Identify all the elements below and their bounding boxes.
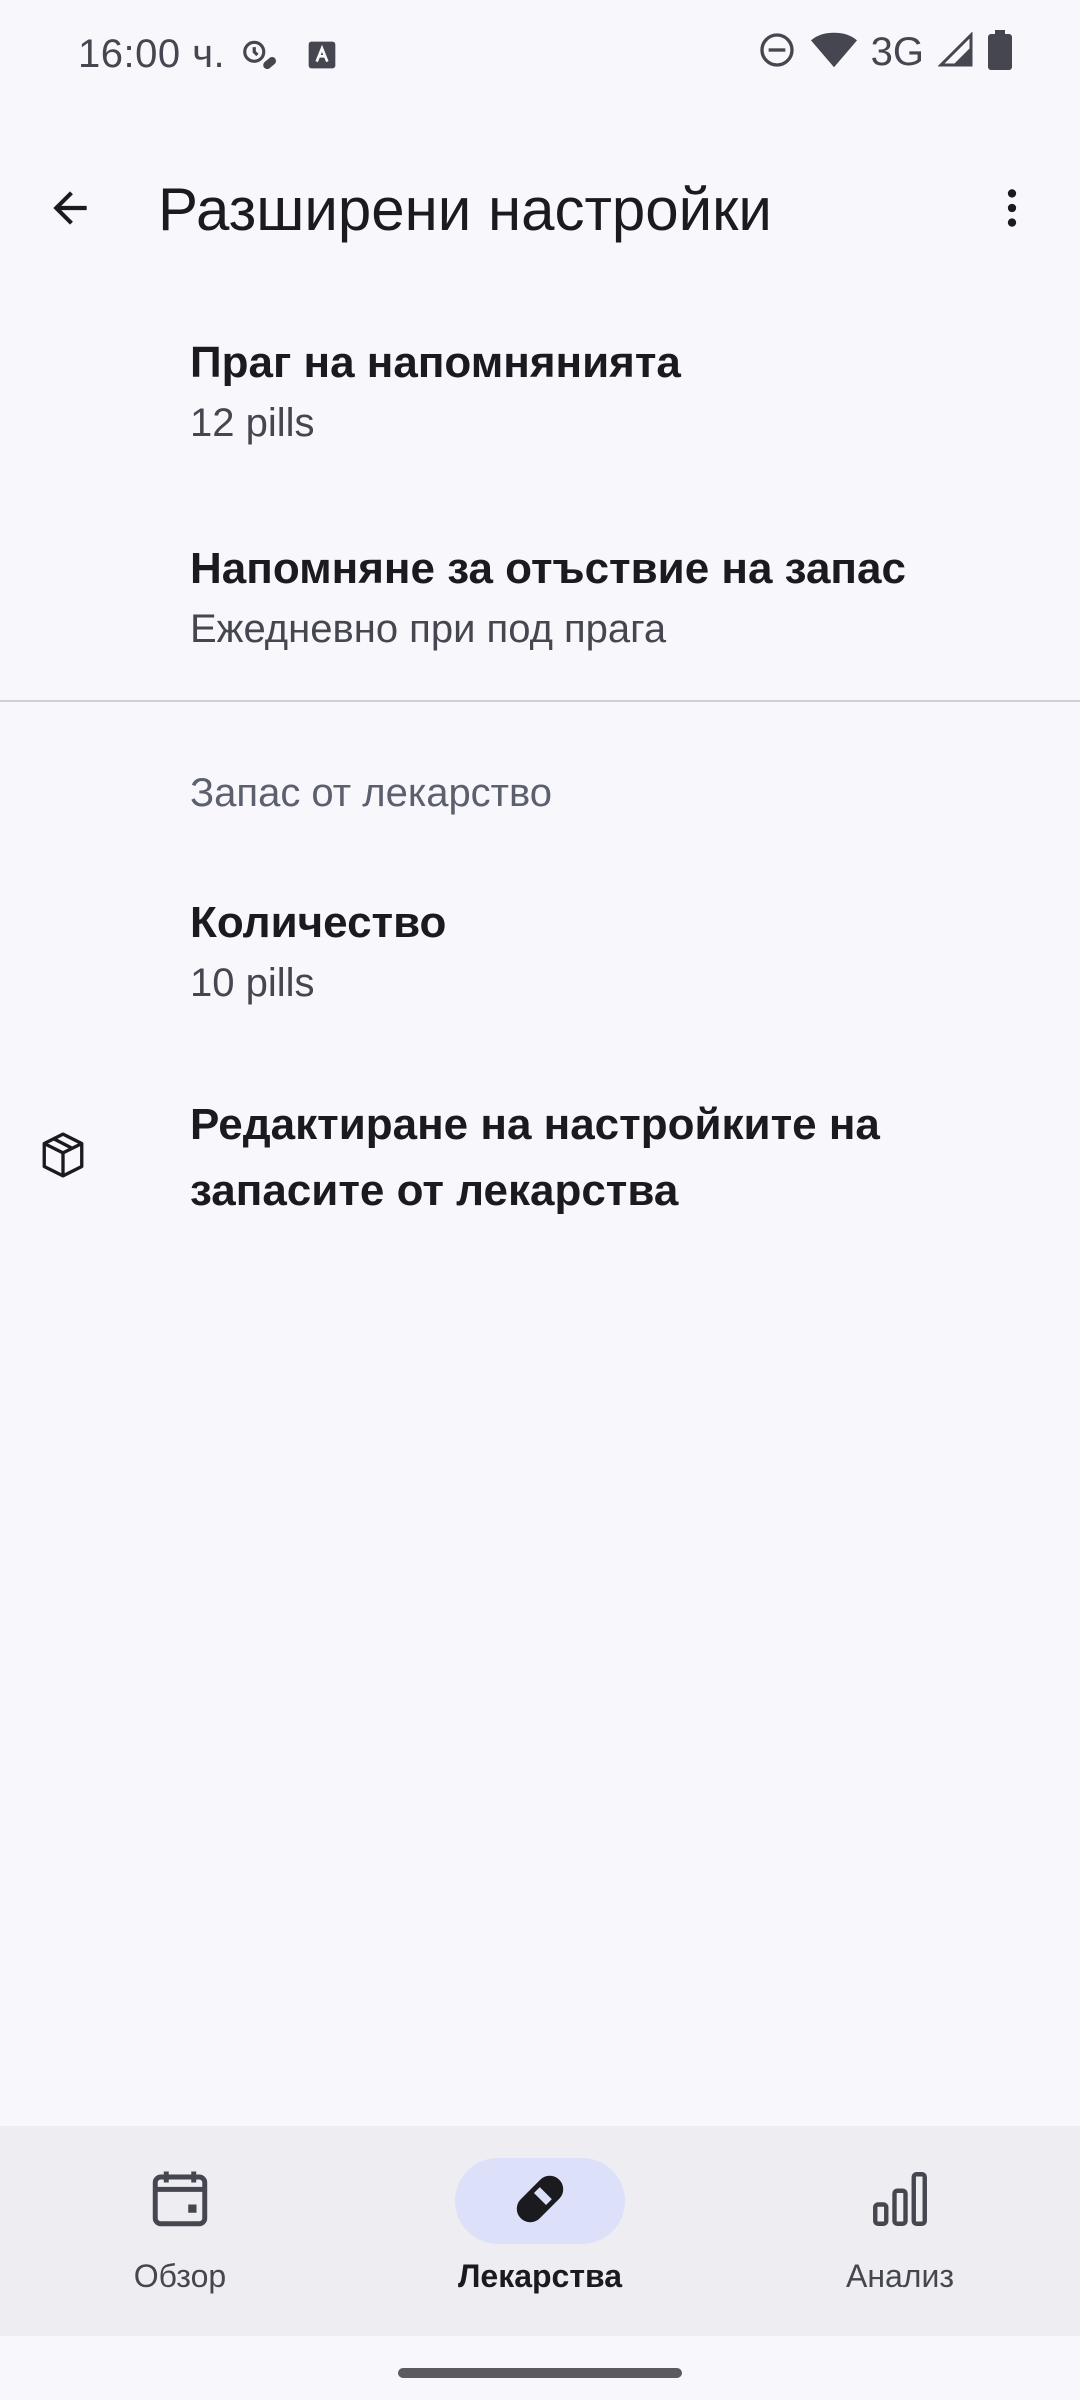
pref-title: Напомняне за отъствие на запас [190,544,906,593]
signal-icon [937,31,974,73]
more-options-button[interactable] [972,170,1052,250]
status-right: 3G [757,30,1012,75]
nav-item-overview[interactable]: Обзор [0,2126,360,2336]
keyboard-a-icon [306,39,338,76]
top-app-bar: Разширени настройки [0,140,1080,270]
nav-label: Обзор [133,2258,227,2294]
wifi-icon [810,30,857,75]
divider [0,700,1080,702]
do-not-disturb-icon [757,30,797,75]
pref-title: Праг на напомнянията [190,338,681,387]
nav-label: Лекарства [457,2258,623,2294]
pref-quantity[interactable]: Количество 10 pills [0,860,1080,1040]
nav-label: Анализ [845,2258,955,2294]
bar-chart-icon [867,2166,933,2237]
battery-icon [988,30,1012,75]
pref-edit-stock-settings[interactable]: Редактиране на настройките на запасите о… [0,1066,1080,1266]
pref-title: Редактиране на настройките на запасите о… [190,1100,880,1215]
nav-item-analysis[interactable]: Анализ [720,2126,1080,2336]
calendar-icon [147,2166,213,2237]
pref-reminder-threshold[interactable]: Праг на напомнянията 12 pills [0,300,1080,480]
status-left-icons [240,36,338,79]
more-vert-icon [987,183,1037,238]
bottom-navigation: Обзор Лекарства Анализ [0,2126,1080,2336]
home-gesture-bar[interactable] [398,2368,682,2378]
network-type: 3G [870,30,924,74]
alarm-pill-icon [240,36,278,79]
pref-summary: Ежедневно при под прага [190,607,667,651]
nav-item-medicines[interactable]: Лекарства [360,2126,720,2336]
page-title: Разширени настройки [158,176,772,243]
pill-icon [507,2166,573,2237]
pref-out-of-stock-reminder[interactable]: Напомняне за отъствие на запас Ежедневно… [0,506,1080,686]
pref-summary: 10 pills [190,961,315,1005]
arrow-back-icon [45,183,95,238]
back-button[interactable] [30,170,110,250]
box-icon [38,1130,88,1180]
pref-summary: 12 pills [190,401,315,445]
category-medicine-stock: Запас от лекарство [190,771,553,815]
status-bar: 16:00 ч. 3G [0,0,1080,118]
status-time: 16:00 ч. [78,32,226,76]
pref-title: Количество [190,898,447,947]
